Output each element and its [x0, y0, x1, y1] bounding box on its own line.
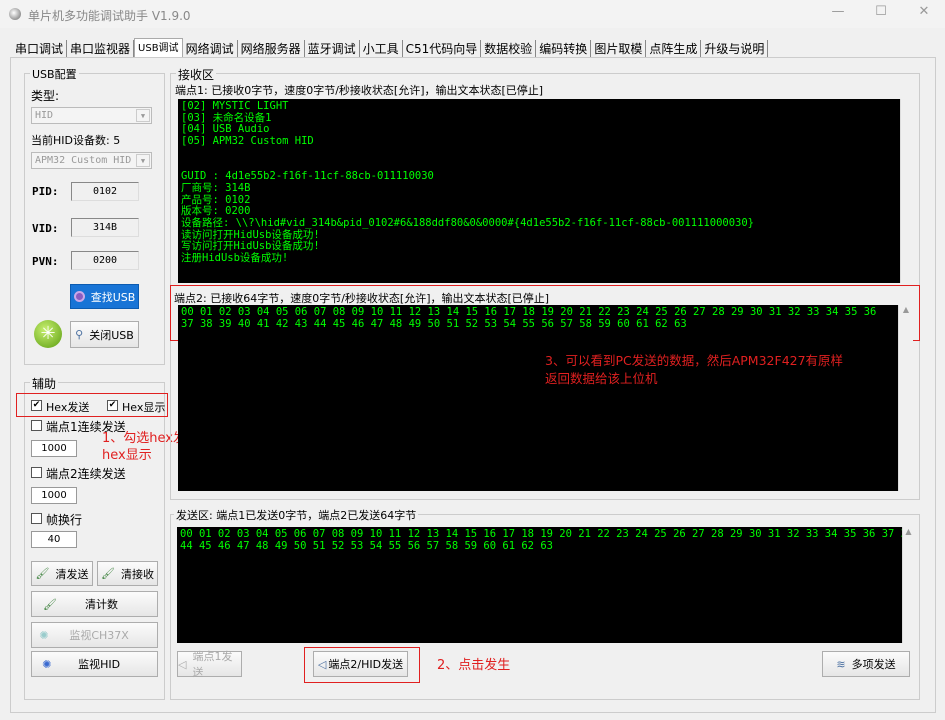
chevron-down-icon: ▼: [136, 154, 150, 167]
pid-field[interactable]: 0102: [71, 182, 139, 201]
ep1-send-label: 端点1发送: [192, 650, 233, 679]
broom-icon: 🖌: [35, 567, 50, 580]
frame-newline-label: 帧换行: [46, 513, 83, 527]
hex-send-checkbox[interactable]: ✔: [31, 400, 42, 411]
annotation-step3-line2: 返回数据给该上位机: [545, 371, 658, 386]
receive-label: 接收区: [176, 66, 217, 83]
tab-12[interactable]: 升级与说明: [701, 40, 769, 58]
tab-9[interactable]: 编码转换: [536, 40, 592, 58]
app-icon: [9, 8, 21, 20]
ep1-send-button[interactable]: ◁ 端点1发送: [177, 650, 242, 679]
aux-label: 辅助: [30, 375, 59, 392]
vid-label: VID:: [32, 222, 59, 235]
find-usb-label: 查找USB: [90, 290, 136, 304]
ep1-receive-textbox[interactable]: [02] MYSTIC LIGHT [03] 未命名设备1 [04] USB A…: [178, 99, 900, 283]
broom-icon: 🖌: [43, 597, 57, 611]
vid-field[interactable]: 314B: [71, 218, 139, 237]
tab-11[interactable]: 点阵生成: [646, 40, 702, 58]
send-scrollbar[interactable]: ▲: [902, 527, 914, 643]
close-usb-label: 关闭USB: [89, 328, 134, 342]
tab-1[interactable]: 串口监视器: [67, 40, 135, 58]
search-icon: [73, 291, 85, 302]
tab-2[interactable]: USB调试: [134, 38, 183, 58]
ep1-continuous-checkbox[interactable]: [31, 420, 42, 431]
type-value: HID: [35, 110, 54, 121]
hex-display-label: Hex显示: [122, 401, 166, 414]
device-value: APM32 Custom HID: [35, 155, 132, 166]
find-usb-button[interactable]: 查找USB: [70, 284, 139, 309]
type-label: 类型:: [31, 89, 60, 103]
broom-icon: 🖌: [101, 567, 115, 580]
ep2-continuous-label: 端点2连续发送: [46, 467, 126, 481]
send-label: 发送区: 端点1已发送0字节，端点2已发送64字节: [174, 507, 419, 523]
clear-send-button[interactable]: 🖌 清发送: [31, 561, 93, 586]
ep2-hid-send-button[interactable]: ◁ 端点2/HID发送: [313, 651, 408, 677]
tab-bar: 串口调试 串口监视器 USB调试 网络调试 网络服务器 蓝牙调试 小工具 C51代码向导 数据校…: [12, 38, 769, 58]
close-usb-button[interactable]: ⚲ 关闭USB: [70, 321, 139, 348]
ep2-interval-input[interactable]: 1000: [31, 487, 77, 504]
send-icon: ◁: [178, 657, 187, 671]
tab-8[interactable]: 数据校验: [481, 40, 537, 58]
usb-icon: ⚲: [75, 328, 84, 341]
type-select[interactable]: HID ▼: [31, 107, 152, 124]
ep2-status: 端点2: 已接收64字节，速度0字节/秒接收状态[允许]，输出文本状态[已停止]: [174, 292, 550, 305]
chevron-down-icon: ▼: [136, 109, 150, 122]
send-icon: ◁: [317, 657, 327, 671]
clear-count-label: 清计数: [84, 598, 118, 611]
hex-display-checkbox[interactable]: ✔: [107, 400, 118, 411]
device-select[interactable]: APM32 Custom HID ▼: [31, 152, 152, 169]
ep1-interval-input[interactable]: 1000: [31, 440, 77, 457]
close-button[interactable]: ✕: [909, 4, 939, 24]
minimize-button[interactable]: —: [823, 4, 853, 24]
clear-recv-label: 清接收: [120, 567, 154, 581]
multi-send-button[interactable]: ≋ 多项发送: [822, 651, 910, 677]
pid-label: PID:: [32, 185, 59, 198]
hex-send-label: Hex发送: [46, 401, 90, 414]
monitor-ch37x-label: 监视CH37X: [69, 629, 129, 642]
annotation-step3-line1: 3、可以看到PC发送的数据，然后APM32F427有原样: [545, 353, 844, 368]
tab-5[interactable]: 蓝牙调试: [305, 40, 360, 58]
clear-count-button[interactable]: 🖌 清计数: [31, 591, 158, 617]
tab-10[interactable]: 图片取模: [591, 40, 647, 58]
window-title: 单片机多功能调试助手 V1.9.0: [28, 9, 191, 23]
monitor-hid-button[interactable]: ✺ 监视HID: [31, 651, 158, 677]
frame-length-input[interactable]: 40: [31, 531, 77, 548]
send-textbox[interactable]: 00 01 02 03 04 05 06 07 08 09 10 11 12 1…: [177, 527, 902, 643]
annotation-step1-line2: hex显示: [102, 448, 152, 463]
maximize-button[interactable]: ☐: [866, 4, 896, 24]
tab-7[interactable]: C51代码向导: [403, 40, 482, 58]
ep2-scrollbar[interactable]: ▲: [898, 305, 913, 491]
ep1-scrollbar[interactable]: [900, 99, 913, 283]
monitor-icon: ✺: [39, 628, 49, 642]
clear-send-label: 清发送: [55, 567, 89, 581]
usb-config-label: USB配置: [30, 66, 79, 82]
tab-4[interactable]: 网络服务器: [238, 40, 305, 58]
frame-newline-checkbox[interactable]: [31, 513, 42, 524]
tab-0[interactable]: 串口调试: [12, 40, 68, 58]
status-indicator-icon: ✳: [34, 320, 62, 348]
tab-6[interactable]: 小工具: [360, 40, 403, 58]
monitor-icon: ✺: [42, 657, 52, 671]
monitor-hid-label: 监视HID: [78, 658, 121, 671]
multi-send-label: 多项发送: [851, 658, 896, 671]
ep2-receive-textbox[interactable]: 00 01 02 03 04 05 06 07 08 09 10 11 12 1…: [178, 305, 898, 491]
clear-recv-button[interactable]: 🖌 清接收: [97, 561, 158, 586]
pvn-label: PVN:: [32, 255, 59, 268]
layers-icon: ≋: [836, 657, 846, 671]
pvn-field[interactable]: 0200: [71, 251, 139, 270]
monitor-ch37x-button[interactable]: ✺ 监视CH37X: [31, 622, 158, 648]
device-count-label: 当前HID设备数: 5: [31, 134, 121, 147]
ep1-status: 端点1: 已接收0字节，速度0字节/秒接收状态[允许]，输出文本状态[已停止]: [175, 84, 544, 97]
annotation-step2: 2、点击发生: [437, 658, 511, 673]
ep2-continuous-checkbox[interactable]: [31, 467, 42, 478]
tab-3[interactable]: 网络调试: [183, 40, 238, 58]
ep2-hid-send-label: 端点2/HID发送: [328, 658, 404, 671]
